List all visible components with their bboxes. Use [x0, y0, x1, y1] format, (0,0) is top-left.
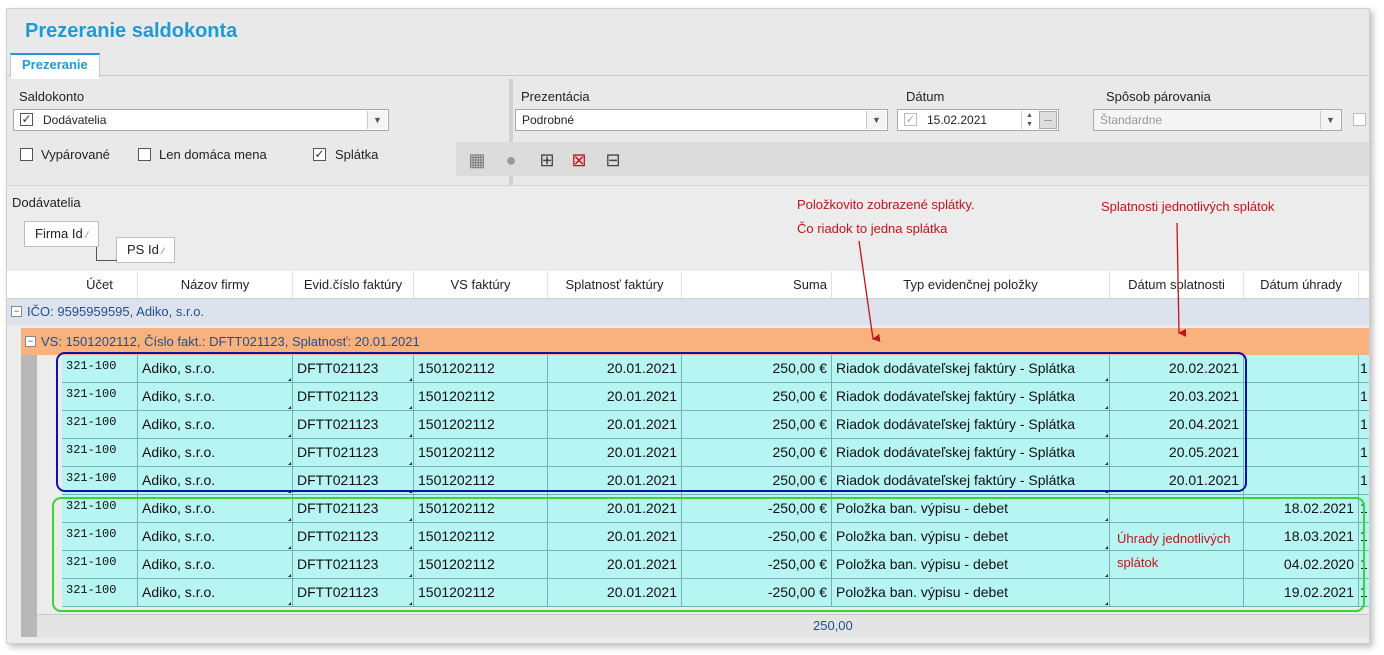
- arrow-to-installments: [858, 240, 881, 342]
- main-window: Prezeranie saldokonta Prezeranie Saldoko…: [6, 8, 1370, 644]
- annotation-arrows: [858, 222, 1187, 342]
- arrow-to-due-dates: [1176, 222, 1187, 337]
